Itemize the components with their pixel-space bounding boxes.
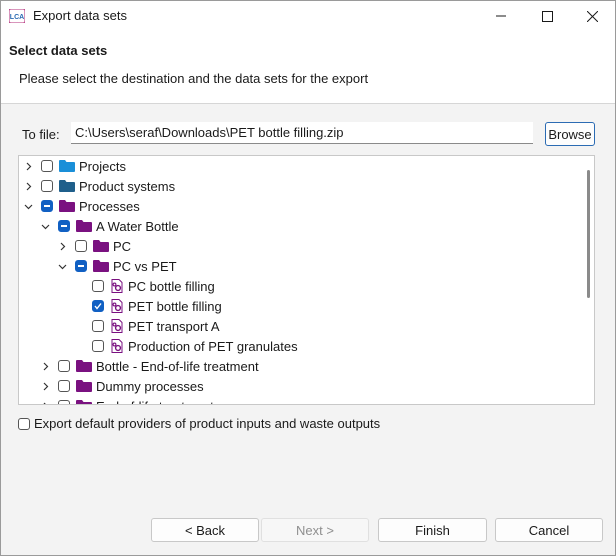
tree-item[interactable]: PC vs PET bbox=[55, 256, 177, 276]
folder-icon bbox=[59, 180, 75, 192]
tree-item-label: PC vs PET bbox=[113, 258, 177, 274]
chevron-right-icon[interactable] bbox=[38, 356, 52, 376]
tree-item[interactable]: End-of-life treatment bbox=[38, 396, 214, 405]
finish-button[interactable]: Finish bbox=[378, 518, 487, 542]
export-providers-checkbox[interactable] bbox=[18, 417, 30, 430]
tree-item-label: PET transport A bbox=[128, 318, 220, 334]
tree-item-checkbox[interactable] bbox=[58, 400, 70, 404]
tree-item[interactable]: PET bottle filling bbox=[72, 296, 222, 316]
chevron-down-icon[interactable] bbox=[55, 256, 69, 276]
tree-item-label: A Water Bottle bbox=[96, 218, 179, 234]
tree-item-checkbox[interactable] bbox=[92, 300, 104, 312]
page-title: Select data sets bbox=[9, 43, 108, 58]
back-button[interactable]: < Back bbox=[151, 518, 259, 542]
tree-item[interactable]: Processes bbox=[21, 196, 140, 216]
tree-item-label: PET bottle filling bbox=[128, 298, 222, 314]
chevron-down-icon[interactable] bbox=[21, 196, 35, 216]
process-icon bbox=[111, 339, 123, 353]
export-dialog: LCA Export data sets Select data sets Pl… bbox=[0, 0, 616, 556]
tree-item[interactable]: PC bottle filling bbox=[72, 276, 215, 296]
tree-scrollbar[interactable] bbox=[587, 170, 590, 298]
window-title: Export data sets bbox=[33, 8, 127, 23]
tree-item-checkbox[interactable] bbox=[92, 340, 104, 352]
file-path-input[interactable] bbox=[71, 122, 533, 144]
minimize-button[interactable] bbox=[478, 1, 524, 31]
tree-item-label: Bottle - End-of-life treatment bbox=[96, 358, 259, 374]
tree-item[interactable]: Projects bbox=[21, 156, 126, 176]
folder-icon bbox=[76, 220, 92, 232]
cancel-button[interactable]: Cancel bbox=[495, 518, 603, 542]
tree-item-label: PC bbox=[113, 238, 132, 254]
tree-item[interactable]: PET transport A bbox=[72, 316, 220, 336]
tree-item[interactable]: A Water Bottle bbox=[38, 216, 179, 236]
folder-icon bbox=[76, 400, 92, 404]
data-set-tree[interactable]: Projects Product systems Processes A Water … bbox=[18, 155, 595, 405]
close-icon bbox=[586, 10, 598, 22]
tree-item-checkbox[interactable] bbox=[58, 360, 70, 372]
folder-icon bbox=[93, 260, 109, 272]
folder-icon bbox=[76, 360, 92, 372]
folder-icon bbox=[76, 380, 92, 392]
tree-item-checkbox[interactable] bbox=[58, 380, 70, 392]
tree-item-checkbox[interactable] bbox=[41, 160, 53, 172]
tree-item[interactable]: Bottle - End-of-life treatment bbox=[38, 356, 259, 376]
lca-app-icon: LCA bbox=[9, 9, 25, 23]
page-description: Please select the destination and the da… bbox=[19, 71, 369, 86]
file-label: To file: bbox=[22, 127, 60, 142]
tree-item-label: PC bottle filling bbox=[128, 278, 215, 294]
tree-item[interactable]: PC bbox=[55, 236, 131, 256]
chevron-down-icon[interactable] bbox=[38, 216, 52, 236]
tree-item-label: Product systems bbox=[79, 178, 176, 194]
process-icon bbox=[111, 319, 123, 333]
maximize-icon bbox=[541, 10, 553, 22]
folder-icon bbox=[93, 240, 109, 252]
chevron-right-icon[interactable] bbox=[21, 176, 35, 196]
tree-item[interactable]: Product systems bbox=[21, 176, 175, 196]
title-bar: LCA Export data sets bbox=[1, 1, 615, 31]
minimize-icon bbox=[496, 15, 506, 17]
tree-item-checkbox[interactable] bbox=[58, 220, 70, 232]
tree-item-label: Production of PET granulates bbox=[128, 338, 298, 354]
chevron-right-icon[interactable] bbox=[38, 376, 52, 396]
close-button[interactable] bbox=[569, 1, 615, 31]
tree-item-checkbox[interactable] bbox=[92, 320, 104, 332]
next-button[interactable]: Next > bbox=[261, 518, 369, 542]
process-icon bbox=[111, 279, 123, 293]
tree-item-checkbox[interactable] bbox=[92, 280, 104, 292]
tree-item-checkbox[interactable] bbox=[75, 240, 87, 252]
chevron-right-icon[interactable] bbox=[21, 156, 35, 176]
maximize-button[interactable] bbox=[524, 1, 570, 31]
tree-item-label: Dummy processes bbox=[96, 378, 204, 394]
tree-item-checkbox[interactable] bbox=[41, 200, 53, 212]
folder-icon bbox=[59, 160, 75, 172]
tree-item-label: Projects bbox=[79, 158, 126, 174]
tree-item-label: End-of-life treatment bbox=[96, 399, 214, 405]
tree-item[interactable]: Production of PET granulates bbox=[72, 336, 298, 356]
browse-button[interactable]: Browse bbox=[545, 122, 595, 146]
chevron-right-icon[interactable] bbox=[55, 236, 69, 256]
export-providers-option[interactable]: Export default providers of product inpu… bbox=[18, 416, 380, 431]
chevron-right-icon[interactable] bbox=[38, 396, 52, 404]
process-icon bbox=[111, 299, 123, 313]
svg-text:LCA: LCA bbox=[10, 14, 24, 21]
tree-item-checkbox[interactable] bbox=[75, 260, 87, 272]
tree-item-label: Processes bbox=[79, 198, 140, 214]
folder-icon bbox=[59, 200, 75, 212]
tree-item-checkbox[interactable] bbox=[41, 180, 53, 192]
tree-item[interactable]: Dummy processes bbox=[38, 376, 204, 396]
wizard-header: Select data sets Please select the desti… bbox=[1, 31, 615, 104]
export-providers-label: Export default providers of product inpu… bbox=[34, 416, 381, 431]
